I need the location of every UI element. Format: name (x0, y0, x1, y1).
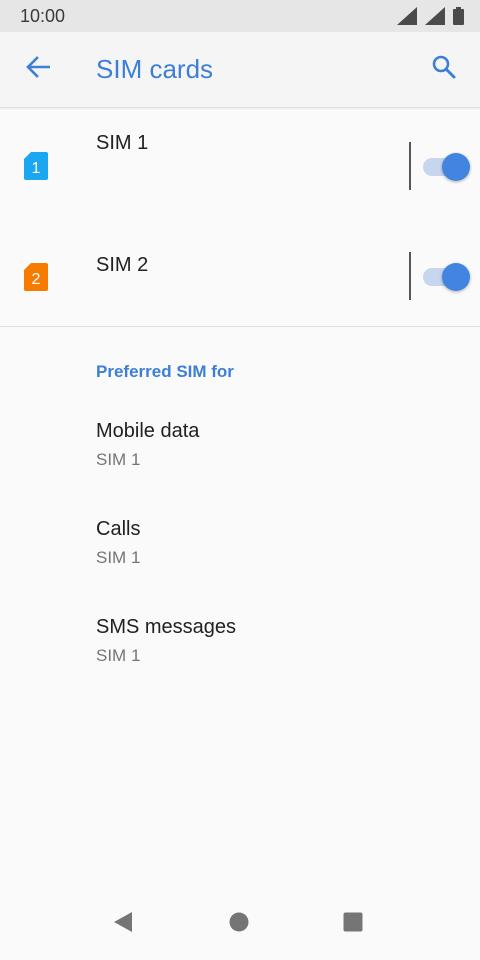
back-triangle-icon (112, 910, 134, 939)
search-icon (431, 54, 457, 85)
sim-label: SIM 1 (96, 132, 149, 154)
arrow-back-icon (25, 55, 51, 84)
preference-title: SMS messages (96, 616, 237, 638)
section-divider (0, 326, 480, 327)
toggle-thumb (442, 153, 470, 181)
sim-row-1[interactable]: 1 SIM 1 (0, 112, 480, 222)
divider (409, 142, 411, 190)
toggle-thumb (442, 263, 470, 291)
nav-recents-button[interactable] (339, 910, 367, 938)
section-header: Preferred SIM for (96, 362, 234, 381)
page-title: SIM cards (96, 54, 214, 84)
sim-badge-number: 1 (32, 160, 41, 177)
preference-title: Mobile data (96, 420, 200, 442)
status-bar: 10:00 (0, 0, 480, 32)
divider (409, 252, 411, 300)
sim-card-icon: 1 (24, 152, 48, 180)
sim2-toggle[interactable] (423, 262, 470, 292)
recents-square-icon (342, 911, 364, 938)
back-button[interactable] (18, 49, 58, 89)
nav-back-button[interactable] (109, 910, 137, 938)
sim-badge-number: 2 (32, 271, 41, 288)
preference-summary: SIM 1 (96, 548, 141, 567)
preference-summary: SIM 1 (96, 646, 141, 665)
status-icons (397, 6, 464, 26)
sim-card-icon: 2 (24, 263, 48, 291)
preference-summary: SIM 1 (96, 450, 141, 469)
signal-icon (397, 7, 417, 25)
sim1-toggle[interactable] (423, 152, 470, 182)
preference-calls[interactable]: Calls SIM 1 (0, 506, 480, 596)
signal-icon (425, 7, 445, 25)
sim-row-2[interactable]: 2 SIM 2 (0, 222, 480, 332)
preference-title: Calls (96, 518, 141, 540)
battery-icon (453, 7, 464, 25)
preference-sms-messages[interactable]: SMS messages SIM 1 (0, 604, 480, 694)
nav-home-button[interactable] (225, 910, 253, 938)
app-bar: SIM cards (0, 32, 480, 108)
navigation-bar (0, 888, 480, 960)
search-button[interactable] (424, 49, 464, 89)
sim-label: SIM 2 (96, 254, 149, 276)
status-time: 10:00 (20, 6, 66, 26)
preference-mobile-data[interactable]: Mobile data SIM 1 (0, 408, 480, 498)
home-circle-icon (228, 911, 250, 938)
